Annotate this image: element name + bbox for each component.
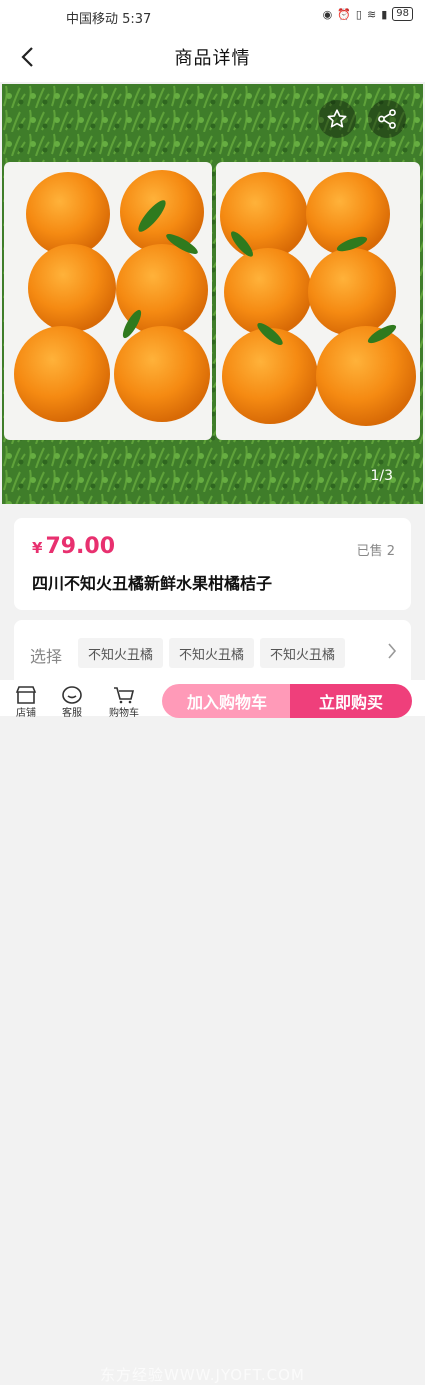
- option-chip[interactable]: 不知火丑橘: [78, 638, 164, 668]
- share-button[interactable]: [368, 100, 406, 138]
- sold-count: 已售 2: [356, 544, 395, 559]
- bottom-action-bar: 店铺 客服 购物车 加入购物车 立即购买 东方经验WWW.JYOFT.COM: [0, 680, 425, 1384]
- shop-icon: [15, 686, 37, 704]
- shop-label: 店铺: [16, 708, 36, 719]
- chevron-right-icon[interactable]: [387, 642, 397, 664]
- alarm-icon: ⏰: [337, 7, 351, 21]
- nav-bar: 商品详情: [0, 32, 425, 82]
- product-image-gallery[interactable]: 1/3: [2, 84, 423, 504]
- cart-icon: [114, 687, 135, 704]
- battery-icon: 98: [392, 7, 413, 21]
- chevron-left-icon: [21, 47, 33, 67]
- signal-icon: ▮: [381, 7, 388, 21]
- shop-button[interactable]: 店铺: [6, 686, 46, 719]
- option-chip[interactable]: 不知火丑橘: [169, 638, 255, 668]
- option-chip[interactable]: 不知火丑橘: [260, 638, 346, 668]
- eye-icon: ◉: [322, 7, 333, 21]
- cart-label: 购物车: [109, 708, 139, 719]
- currency-symbol: ¥: [32, 539, 43, 557]
- vibrate-icon: ▯: [355, 7, 362, 21]
- favorite-button[interactable]: [318, 100, 356, 138]
- star-icon: [327, 109, 347, 128]
- options-label: 选择: [30, 647, 63, 666]
- watermark-text: 东方经验WWW.JYOFT.COM: [100, 1366, 305, 1384]
- price-amount: 79.00: [45, 534, 116, 559]
- status-bar: 中国移动 5:37 ◉ ⏰ ▯ ≋ ▮ 98: [0, 0, 425, 32]
- add-to-cart-button[interactable]: 加入购物车: [162, 684, 292, 718]
- product-name: 四川不知火丑橘新鲜水果柑橘桔子: [32, 574, 273, 593]
- cart-button[interactable]: 购物车: [104, 686, 144, 719]
- share-icon: [378, 109, 396, 129]
- customer-service-button[interactable]: 客服: [52, 686, 92, 719]
- status-icons: ◉ ⏰ ▯ ≋ ▮ 98: [323, 7, 413, 21]
- customer-service-label: 客服: [62, 708, 82, 719]
- page-title: 商品详情: [174, 48, 251, 69]
- carrier-time: 中国移动 5:37: [66, 12, 152, 27]
- wifi-icon: ≋: [366, 7, 377, 21]
- product-price: ¥ 79.00: [32, 534, 115, 559]
- chat-icon: [62, 686, 82, 704]
- product-image: [2, 84, 423, 504]
- price-card: ¥ 79.00 已售 2 四川不知火丑橘新鲜水果柑橘桔子: [14, 518, 411, 610]
- back-button[interactable]: [14, 44, 40, 70]
- image-page-indicator: 1/3: [370, 468, 393, 484]
- buy-now-button[interactable]: 立即购买: [290, 684, 412, 718]
